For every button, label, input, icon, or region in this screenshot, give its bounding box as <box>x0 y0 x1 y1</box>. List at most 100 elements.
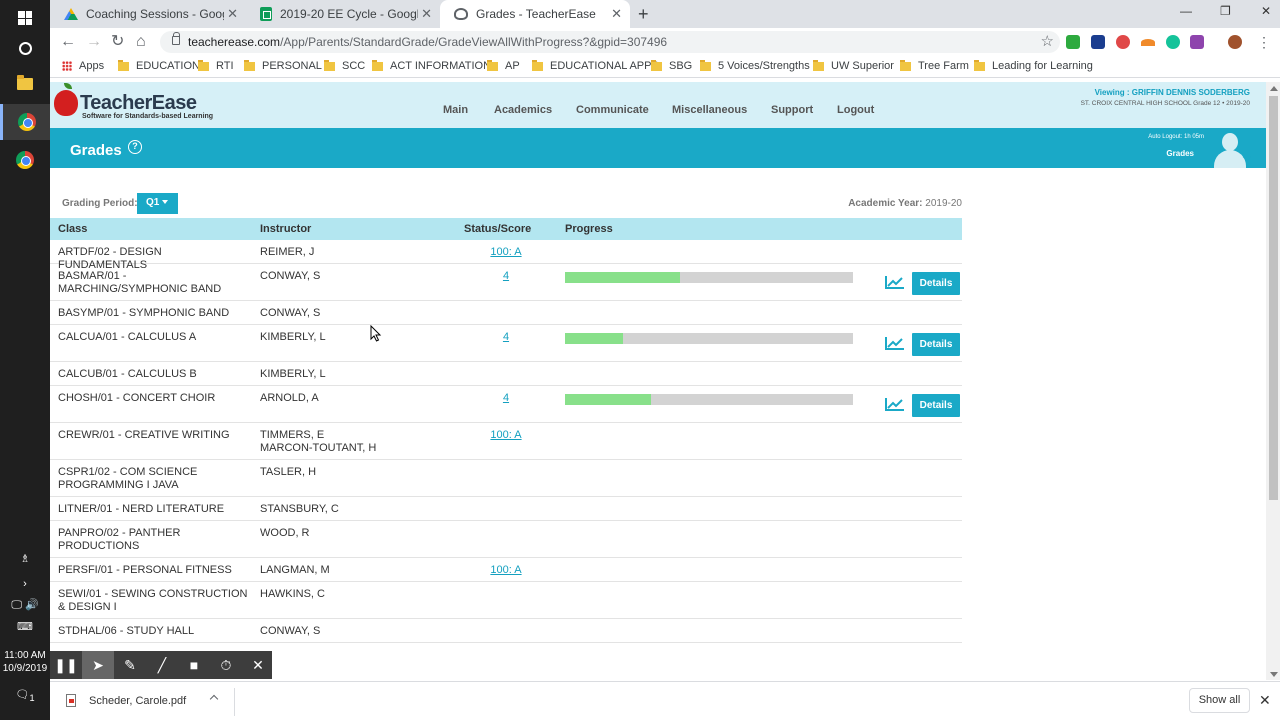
close-icon[interactable]: ✕ <box>227 7 238 20</box>
table-row: SEWI/01 - SEWING CONSTRUCTION & DESIGN I… <box>50 582 962 619</box>
keyboard-icon[interactable]: ⌨ <box>0 620 50 633</box>
instructor-name: STANSBURY, C <box>260 503 339 515</box>
folder-icon <box>324 59 335 71</box>
network-volume-icon[interactable]: 🖵 🔊 <box>0 598 50 612</box>
user-menu-label[interactable]: Grades <box>1166 149 1194 158</box>
download-item[interactable]: Scheder, Carole.pdf <box>66 694 186 707</box>
caret-down-icon <box>162 200 169 205</box>
cortana-button[interactable] <box>0 30 50 66</box>
chevron-up-icon[interactable] <box>209 694 219 704</box>
trend-chart-icon[interactable] <box>885 336 905 350</box>
user-avatar-icon[interactable] <box>1212 133 1248 168</box>
scroll-up-arrow-icon[interactable] <box>1270 86 1278 91</box>
score-link[interactable]: 4 <box>460 331 552 343</box>
nav-communicate[interactable]: Communicate <box>576 104 649 116</box>
nav-miscellaneous[interactable]: Miscellaneous <box>672 104 747 116</box>
teacherease-logo[interactable]: TeacherEase Software for Standards-based… <box>52 83 213 126</box>
bookmark-folder[interactable]: SBG <box>651 59 692 72</box>
nav-main[interactable]: Main <box>443 104 468 116</box>
help-icon[interactable]: ? <box>128 140 142 154</box>
chrome-taskbar-button[interactable] <box>0 104 50 140</box>
bookmark-label: AP <box>505 60 520 72</box>
address-bar[interactable]: teacherease.com/App/Parents/StandardGrad… <box>160 31 1060 53</box>
chevron-right-icon[interactable]: › <box>0 578 50 590</box>
grading-period-label: Grading Period: <box>62 198 138 209</box>
back-arrow-icon[interactable]: ← <box>60 33 76 51</box>
pointer-icon[interactable]: ➤ <box>82 651 114 679</box>
close-icon[interactable]: ✕ <box>421 7 432 20</box>
new-tab-button[interactable]: + <box>638 4 649 24</box>
bookmark-folder[interactable]: Leading for Learning <box>974 59 1093 72</box>
trend-chart-icon[interactable] <box>885 275 905 289</box>
bookmark-apps[interactable]: Apps <box>62 60 104 72</box>
details-button[interactable]: Details <box>912 272 960 295</box>
close-icon[interactable]: ✕ <box>242 651 274 679</box>
table-row: CHOSH/01 - CONCERT CHOIR ARNOLD, A 4 Detail… <box>50 386 962 423</box>
extension-red-icon[interactable] <box>1116 35 1130 49</box>
url-text[interactable]: teacherease.com/App/Parents/StandardGrad… <box>188 35 667 49</box>
trend-chart-icon[interactable] <box>885 397 905 411</box>
people-icon[interactable]: ♗ <box>0 552 50 565</box>
table-row: CREWR/01 - CREATIVE WRITING TIMMERS, E MA… <box>50 423 962 460</box>
grading-period-dropdown[interactable]: Q1 <box>137 193 178 214</box>
score-link[interactable]: 4 <box>460 392 552 404</box>
tab-coaching-sessions[interactable]: Coaching Sessions - Google Driv ✕ <box>50 0 246 28</box>
bookmark-folder[interactable]: EDUCATION <box>118 59 200 72</box>
score-link[interactable]: 100: A <box>460 564 552 576</box>
minimize-button[interactable]: — <box>1180 4 1192 18</box>
score-link[interactable]: 100: A <box>460 429 552 441</box>
nav-academics[interactable]: Academics <box>494 104 552 116</box>
score-link[interactable]: 100: A <box>460 246 552 258</box>
bookmark-folder[interactable]: ACT INFORMATION <box>372 59 491 72</box>
score-link[interactable]: 4 <box>460 270 552 282</box>
extension-arc-icon[interactable] <box>1141 39 1155 46</box>
extension-check-icon[interactable] <box>1066 35 1080 49</box>
bookmark-folder[interactable]: PERSONAL <box>244 59 322 72</box>
scroll-down-arrow-icon[interactable] <box>1270 672 1278 677</box>
bookmark-folder[interactable]: EDUCATIONAL APPS <box>532 59 659 72</box>
highlighter-icon[interactable]: ╱ <box>146 651 178 679</box>
bookmarks-bar: Apps EDUCATION RTI PERSONAL SCC ACT INFO… <box>50 56 1280 78</box>
nav-logout[interactable]: Logout <box>837 104 874 116</box>
reload-icon[interactable]: ↻ <box>111 33 124 51</box>
profile-avatar[interactable] <box>1228 35 1242 49</box>
details-button[interactable]: Details <box>912 394 960 417</box>
bookmark-folder[interactable]: SCC <box>324 59 365 72</box>
camera-icon[interactable]: ■ <box>178 651 210 679</box>
grammarly-icon[interactable] <box>1166 35 1180 49</box>
pause-icon[interactable]: ❚❚ <box>50 651 82 679</box>
file-explorer-button[interactable] <box>0 66 50 102</box>
window-close-button[interactable]: ✕ <box>1261 4 1271 18</box>
details-button[interactable]: Details <box>912 333 960 356</box>
scrollbar-thumb[interactable] <box>1269 96 1278 500</box>
home-icon[interactable]: ⌂ <box>136 33 146 51</box>
bookmark-folder[interactable]: RTI <box>198 59 234 72</box>
forward-arrow-icon[interactable]: → <box>86 33 102 51</box>
close-icon[interactable]: ✕ <box>1259 692 1271 709</box>
chrome-taskbar-button-2[interactable] <box>0 142 50 178</box>
bookmark-folder[interactable]: Tree Farm <box>900 59 969 72</box>
nav-support[interactable]: Support <box>771 104 813 116</box>
show-all-button[interactable]: Show all <box>1189 688 1250 713</box>
close-icon[interactable]: ✕ <box>611 7 622 20</box>
extension-shield-icon[interactable] <box>1091 35 1105 49</box>
logo-word-ease: Ease <box>151 92 197 114</box>
taskbar-clock[interactable]: 11:00 AM 10/9/2019 <box>0 649 50 675</box>
bookmark-folder[interactable]: UW Superior <box>813 59 894 72</box>
pen-icon[interactable]: ✎ <box>114 651 146 679</box>
restore-button[interactable]: ❐ <box>1220 4 1231 18</box>
tab-title: Grades - TeacherEase <box>476 7 596 21</box>
divider <box>234 688 235 716</box>
bookmark-folder[interactable]: 5 Voices/Strengths <box>700 59 810 72</box>
bookmark-star-icon[interactable]: ☆ <box>1041 32 1054 50</box>
tab-ee-cycle[interactable]: 2019-20 EE Cycle - Google Sheet ✕ <box>246 0 440 28</box>
timer-icon[interactable]: ⏱ <box>210 651 242 679</box>
bookmark-label: EDUCATIONAL APPS <box>550 60 659 72</box>
class-name: STDHAL/06 - STUDY HALL <box>58 625 195 637</box>
action-center-button[interactable]: 🗨1 <box>0 688 50 703</box>
menu-kebab-icon[interactable]: ⋮ <box>1257 33 1271 51</box>
extension-purple-icon[interactable] <box>1190 35 1204 49</box>
tab-grades-teacherease[interactable]: Grades - TeacherEase ✕ <box>440 0 630 28</box>
class-name: BASMAR/01 - MARCHING/SYMPHONIC BAND <box>58 270 222 295</box>
bookmark-folder[interactable]: AP <box>487 59 520 72</box>
